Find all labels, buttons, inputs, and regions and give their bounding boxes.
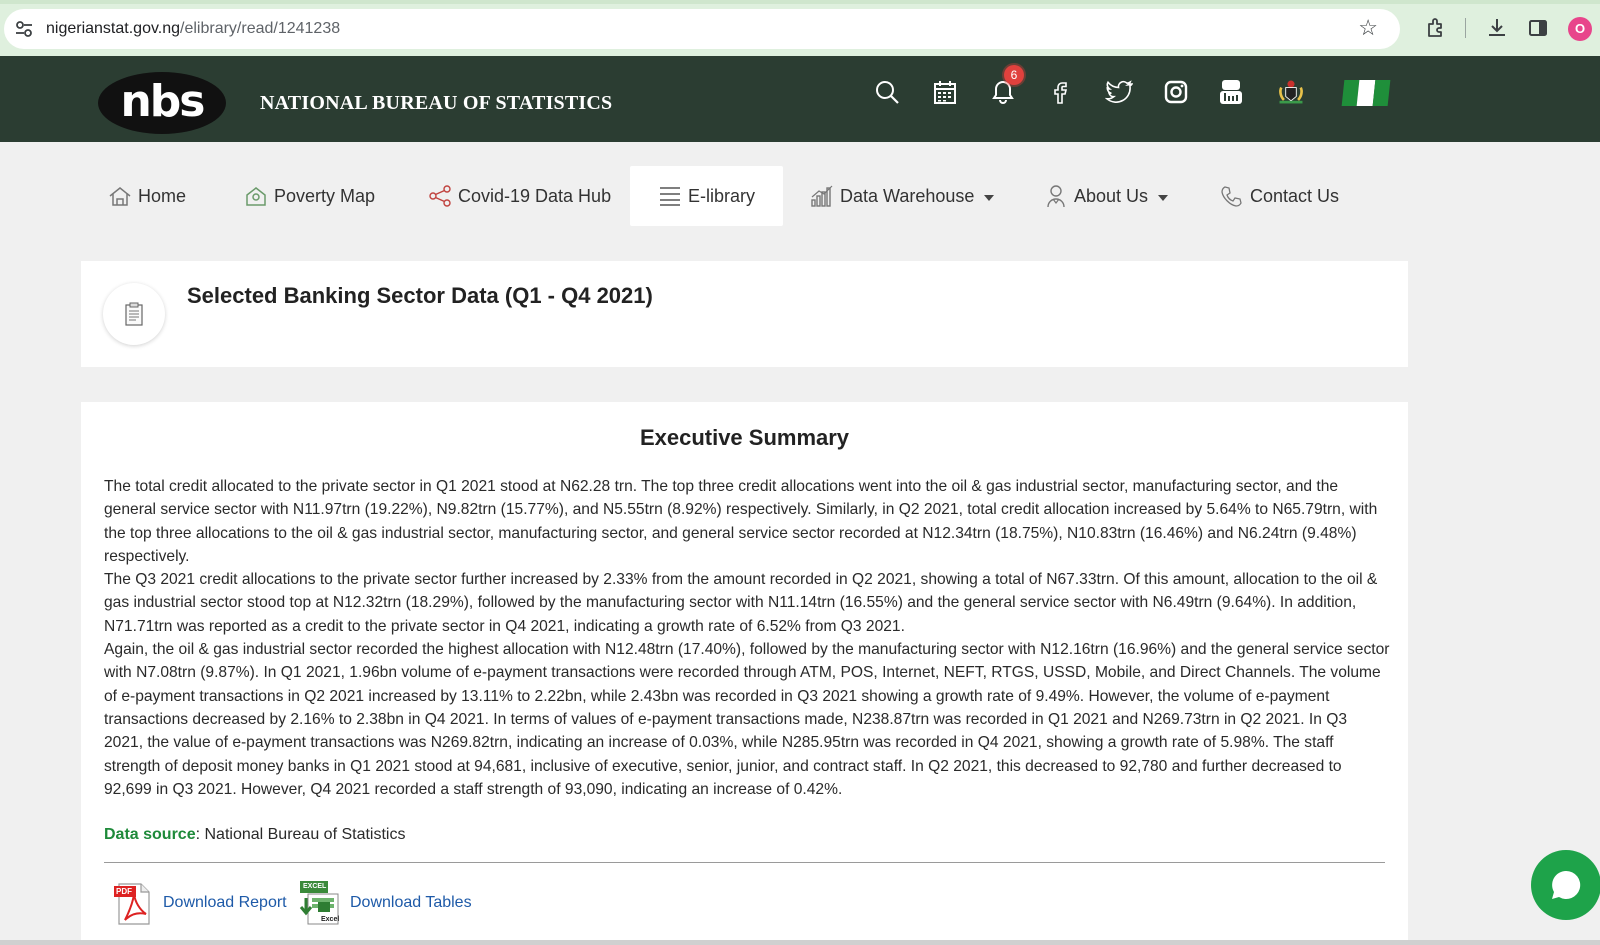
site-title: NATIONAL BUREAU OF STATISTICS <box>260 92 613 114</box>
address-bar[interactable]: nigerianstat.gov.ng/elibrary/read/124123… <box>4 9 1400 49</box>
main-nav: Home Poverty Map Covid-19 Data Hub E-lib… <box>0 142 1600 254</box>
download-icon[interactable] <box>1485 16 1509 40</box>
nbs-logo[interactable]: nbs <box>98 72 226 134</box>
chevron-down-icon <box>1158 195 1169 201</box>
flag-stripe <box>1372 80 1391 106</box>
sidepanel-icon[interactable] <box>1526 16 1550 40</box>
excel-icon: EXCEL Excel <box>298 880 342 926</box>
nav-item-elibrary[interactable]: E-library <box>630 166 784 226</box>
excel-badge: EXCEL <box>303 883 327 890</box>
url-path: /elibrary/read/1241238 <box>180 20 341 37</box>
nav-label-elibrary: E-library <box>688 185 756 206</box>
site-header: nbs NATIONAL BUREAU OF STATISTICS 6 <box>0 56 1600 142</box>
divider <box>104 862 1385 863</box>
nav-label-contact-us: Contact Us <box>1250 185 1340 206</box>
bar-chart-icon <box>810 184 834 208</box>
bottom-edge <box>0 940 1600 945</box>
chat-widget-button[interactable] <box>1531 850 1600 920</box>
data-source-value: : National Bureau of Statistics <box>195 826 406 843</box>
nav-label-data-warehouse: Data Warehouse <box>840 185 975 206</box>
url-host: nigerianstat.gov.ng <box>46 20 181 37</box>
nigeria-flag-icon[interactable] <box>1341 80 1391 106</box>
clipboard-icon <box>103 283 165 345</box>
nav-label-poverty-map: Poverty Map <box>274 185 376 206</box>
phone-icon <box>1220 184 1244 208</box>
nav-item-contact-us[interactable]: Contact Us <box>1220 166 1339 226</box>
document-title-card: Selected Banking Sector Data (Q1 - Q4 20… <box>81 261 1408 367</box>
map-icon <box>244 184 268 208</box>
profile-avatar[interactable]: O <box>1568 17 1592 41</box>
youtube-icon[interactable] <box>1216 77 1246 107</box>
facebook-icon[interactable] <box>1046 77 1076 107</box>
extensions-icon[interactable] <box>1424 16 1448 40</box>
summary-paragraph: The Q3 2021 credit allocations to the pr… <box>104 571 1378 635</box>
tab-strip-edge <box>0 0 1600 4</box>
notification-badge: 6 <box>1004 65 1024 85</box>
data-source-label: Data source <box>104 826 196 843</box>
executive-summary-card: Executive Summary The total credit alloc… <box>81 402 1408 942</box>
nav-label-home: Home <box>138 185 187 206</box>
nav-item-data-warehouse[interactable]: Data Warehouse <box>810 166 995 226</box>
chat-icon <box>1552 870 1581 899</box>
person-icon <box>1044 184 1068 208</box>
summary-paragraph: The total credit allocated to the privat… <box>104 478 1378 565</box>
calendar-icon[interactable] <box>930 77 960 107</box>
page-title: Selected Banking Sector Data (Q1 - Q4 20… <box>187 283 653 308</box>
logo-text: nbs <box>120 76 205 127</box>
pdf-badge: PDF <box>116 887 132 896</box>
instagram-icon[interactable] <box>1161 77 1191 107</box>
nav-item-poverty-map[interactable]: Poverty Map <box>244 166 375 226</box>
bell-icon[interactable]: 6 <box>988 65 1024 107</box>
summary-body: The total credit allocated to the privat… <box>104 475 1390 801</box>
download-tables-link[interactable]: EXCEL Excel Download Tables <box>298 880 472 926</box>
summary-paragraph: Again, the oil & gas industrial sector r… <box>104 641 1390 798</box>
nav-label-covid-hub: Covid-19 Data Hub <box>458 185 612 206</box>
download-tables-label: Download Tables <box>350 894 472 911</box>
twitter-icon[interactable] <box>1104 77 1134 107</box>
excel-sublabel: Excel <box>321 916 340 923</box>
summary-heading: Executive Summary <box>639 425 850 450</box>
chevron-down-icon <box>984 195 995 201</box>
nav-item-covid-hub[interactable]: Covid-19 Data Hub <box>428 166 611 226</box>
pdf-icon: PDF <box>111 880 155 926</box>
star-icon[interactable]: ☆ <box>1358 16 1378 40</box>
search-icon[interactable] <box>872 77 902 107</box>
tune-icon[interactable] <box>14 19 34 39</box>
browser-toolbar: nigerianstat.gov.ng/elibrary/read/124123… <box>0 0 1600 56</box>
nav-item-home[interactable]: Home <box>108 166 186 226</box>
nav-label-about-us: About Us <box>1074 185 1149 206</box>
download-report-label: Download Report <box>163 894 287 911</box>
home-icon <box>108 184 132 208</box>
data-source: Data source: National Bureau of Statisti… <box>104 826 405 844</box>
download-report-link[interactable]: PDF Download Report <box>111 880 287 926</box>
nav-item-about-us[interactable]: About Us <box>1044 166 1169 226</box>
menu-lines-icon <box>658 184 682 208</box>
coat-of-arms-icon[interactable] <box>1276 77 1306 107</box>
toolbar-separator <box>1465 18 1466 38</box>
url-text[interactable]: nigerianstat.gov.ng/elibrary/read/124123… <box>46 20 340 38</box>
share-icon <box>428 184 452 208</box>
